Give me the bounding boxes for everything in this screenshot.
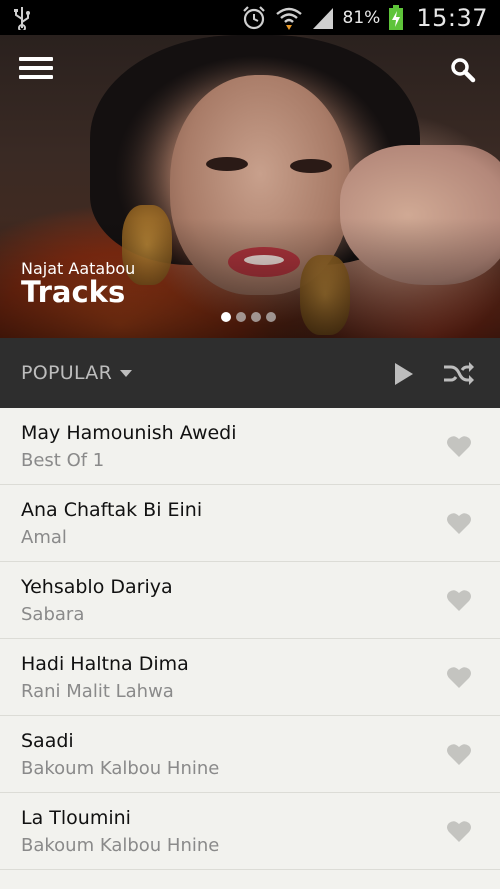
track-row[interactable]: May Hamounish Awedi Best Of 1	[0, 408, 500, 485]
heart-icon[interactable]	[446, 511, 472, 535]
sort-dropdown[interactable]: POPULAR	[21, 338, 133, 408]
alarm-icon	[242, 5, 265, 29]
track-album: Amal	[21, 527, 67, 548]
sort-label: POPULAR	[21, 362, 113, 384]
artist-hero-banner[interactable]: Najat Aatabou Tracks	[0, 35, 500, 338]
playback-toolbar: POPULAR	[0, 338, 500, 408]
caret-down-icon	[120, 369, 133, 377]
track-title: Saadi	[21, 730, 74, 752]
track-row[interactable]: Yehsablo Dariya Sabara	[0, 562, 500, 639]
clock: 15:37	[416, 3, 488, 32]
page-dot[interactable]	[236, 312, 246, 322]
track-album: Bakoum Kalbou Hnine	[21, 758, 220, 779]
shuffle-icon[interactable]	[443, 361, 475, 387]
page-title: Tracks	[21, 275, 126, 309]
track-title: May Hamounish Awedi	[21, 422, 237, 444]
wifi-icon	[275, 7, 302, 30]
track-row[interactable]: La Tloumini Bakoum Kalbou Hnine	[0, 793, 500, 870]
track-title: Yehsablo Dariya	[21, 576, 173, 598]
signal-icon	[312, 7, 333, 29]
page-dot[interactable]	[221, 312, 231, 322]
track-album: Bakoum Kalbou Hnine	[21, 835, 220, 856]
battery-charging-icon	[389, 4, 404, 30]
track-row[interactable]: Saadi Bakoum Kalbou Hnine	[0, 716, 500, 793]
track-album: Best Of 1	[21, 450, 105, 471]
search-icon[interactable]	[450, 57, 476, 83]
heart-icon[interactable]	[446, 434, 472, 458]
track-row[interactable]: Ana Chaftak Bi Eini Amal	[0, 485, 500, 562]
usb-icon	[14, 7, 30, 30]
track-list: May Hamounish Awedi Best Of 1 Ana Chafta…	[0, 408, 500, 870]
battery-percent: 81%	[342, 7, 381, 28]
menu-icon[interactable]	[19, 57, 53, 83]
page-dot[interactable]	[266, 312, 276, 322]
heart-icon[interactable]	[446, 819, 472, 843]
track-row[interactable]: Hadi Haltna Dima Rani Malit Lahwa	[0, 639, 500, 716]
track-title: Hadi Haltna Dima	[21, 653, 189, 675]
track-title: Ana Chaftak Bi Eini	[21, 499, 203, 521]
track-album: Sabara	[21, 604, 85, 625]
heart-icon[interactable]	[446, 665, 472, 689]
track-title: La Tloumini	[21, 807, 131, 829]
heart-icon[interactable]	[446, 588, 472, 612]
status-bar: 81% 15:37	[0, 0, 500, 35]
page-dot[interactable]	[251, 312, 261, 322]
heart-icon[interactable]	[446, 742, 472, 766]
page-indicator	[221, 312, 276, 322]
play-icon[interactable]	[393, 362, 415, 386]
track-album: Rani Malit Lahwa	[21, 681, 174, 702]
